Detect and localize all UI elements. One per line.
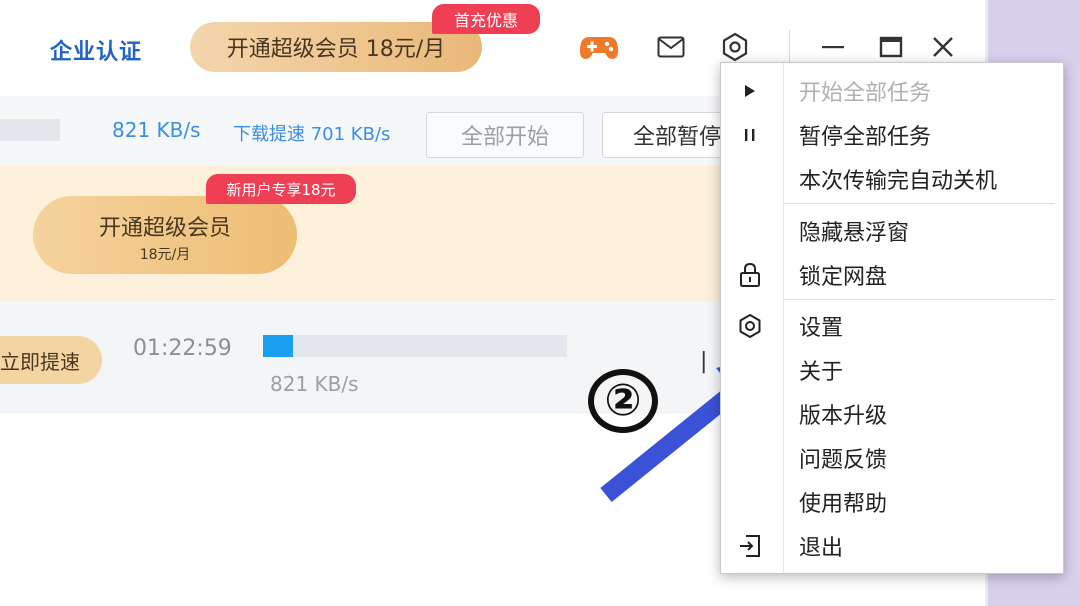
promo-vip-title: 开通超级会员 <box>98 216 231 241</box>
menu-item-label: 设置 <box>799 316 844 341</box>
new-user-badge: 新用户专享18元 <box>206 174 356 204</box>
download-speed: 821 KB/s <box>112 118 201 142</box>
first-charge-badge: 首充优惠 <box>432 4 540 34</box>
gamepad-icon[interactable] <box>578 30 620 64</box>
menu-item-label: 本次传输完自动关机 <box>799 169 998 194</box>
exit-icon <box>733 524 767 568</box>
menu-separator <box>783 203 1055 204</box>
menu-item-label: 关于 <box>799 360 844 385</box>
menu-item-feedback[interactable]: 问题反馈 <box>721 436 1063 480</box>
download-boost-link[interactable]: 下载提速 701 KB/s <box>233 120 390 146</box>
menu-item-lock-drive[interactable]: 锁定网盘 <box>721 253 1063 297</box>
task-speed: 821 KB/s <box>270 372 359 396</box>
mail-icon[interactable] <box>656 30 686 64</box>
menu-item-help[interactable]: 使用帮助 <box>721 480 1063 524</box>
pause-icon <box>733 113 767 157</box>
promo-vip-price: 18元/月 <box>139 247 191 263</box>
menu-item-version-upgrade[interactable]: 版本升级 <box>721 392 1063 436</box>
menu-item-exit[interactable]: 退出 <box>721 524 1063 568</box>
menu-item-label: 退出 <box>799 536 844 561</box>
gear-icon <box>733 304 767 348</box>
start-all-button[interactable]: 全部开始 <box>426 112 584 158</box>
menu-item-hide-floating-window[interactable]: 隐藏悬浮窗 <box>721 209 1063 253</box>
settings-dropdown-menu: 开始全部任务 暂停全部任务 本次传输完自动关机 隐藏悬浮窗 锁定网盘 设置 关于… <box>720 62 1064 574</box>
menu-item-label: 锁定网盘 <box>799 265 888 290</box>
promo-vip-button[interactable]: 开通超级会员 18元/月 <box>33 196 297 274</box>
menu-item-label: 暂停全部任务 <box>799 125 932 150</box>
menu-item-label: 使用帮助 <box>799 492 888 517</box>
task-progress-fill <box>263 335 294 357</box>
menu-item-pause-all-tasks[interactable]: 暂停全部任务 <box>721 113 1063 157</box>
close-icon[interactable] <box>928 30 958 64</box>
minimize-icon[interactable] <box>818 30 848 64</box>
boost-now-button[interactable]: 立即提速 <box>0 336 102 384</box>
maximize-icon[interactable] <box>876 30 906 64</box>
menu-item-auto-shutdown[interactable]: 本次传输完自动关机 <box>721 157 1063 201</box>
task-progress-bar <box>263 335 567 357</box>
lock-icon <box>733 253 767 297</box>
window-controls-divider <box>789 30 790 66</box>
menu-item-label: 版本升级 <box>799 404 888 429</box>
menu-item-label: 隐藏悬浮窗 <box>799 221 910 246</box>
menu-item-about[interactable]: 关于 <box>721 348 1063 392</box>
overall-progress-bar <box>0 119 60 141</box>
play-icon <box>733 69 767 113</box>
remaining-time: 01:22:59 <box>133 336 232 361</box>
menu-item-label: 问题反馈 <box>799 448 888 473</box>
menu-separator <box>783 299 1055 300</box>
enterprise-certification-link[interactable]: 企业认证 <box>50 34 142 66</box>
menu-item-settings[interactable]: 设置 <box>721 304 1063 348</box>
menu-item-label: 开始全部任务 <box>799 81 932 106</box>
gear-icon[interactable] <box>720 30 750 64</box>
menu-item-start-all-tasks[interactable]: 开始全部任务 <box>721 69 1063 113</box>
